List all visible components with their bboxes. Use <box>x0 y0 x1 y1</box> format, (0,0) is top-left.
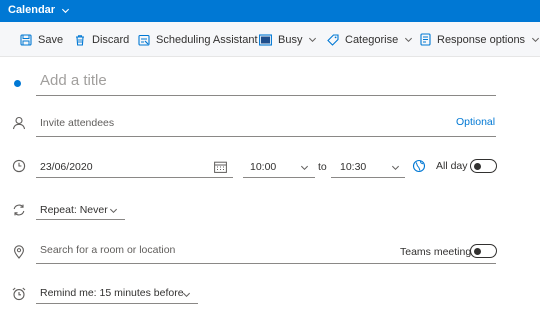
command-toolbar: Save Discard Scheduling Assistant Busy C… <box>0 22 540 57</box>
discard-button[interactable]: Discard <box>74 22 129 57</box>
chevron-down-icon <box>532 37 540 43</box>
start-time-dropdown[interactable]: 10:00 <box>243 159 315 177</box>
end-time-underline <box>331 177 405 178</box>
save-icon <box>20 33 32 46</box>
calendar-icon <box>214 161 227 173</box>
app-title: Calendar <box>8 4 56 16</box>
busy-dropdown[interactable]: Busy <box>259 22 317 57</box>
response-options-icon <box>420 33 431 46</box>
tag-icon <box>327 33 339 46</box>
app-titlebar: Calendar <box>0 0 540 22</box>
trash-icon <box>76 34 84 46</box>
chevron-down-icon <box>405 37 413 43</box>
chevron-down-icon <box>182 292 191 298</box>
location-underline <box>36 263 496 264</box>
repeat-underline <box>36 219 125 220</box>
category-color-dot <box>14 80 21 87</box>
start-time-value: 10:00 <box>250 161 277 173</box>
globe-icon[interactable] <box>412 159 426 173</box>
attendees-input[interactable]: Invite attendees <box>40 117 114 129</box>
all-day-label: All day <box>436 160 468 172</box>
all-day-toggle[interactable] <box>470 159 497 173</box>
chevron-down-icon <box>62 8 70 13</box>
end-time-value: 10:30 <box>340 161 367 173</box>
scheduling-icon <box>138 34 150 46</box>
save-label: Save <box>38 33 64 46</box>
discard-label: Discard <box>92 33 130 46</box>
person-icon <box>12 116 26 130</box>
repeat-icon <box>12 203 26 217</box>
alarm-icon <box>12 287 26 301</box>
scheduling-label: Scheduling Assistant <box>156 33 258 46</box>
title-input[interactable]: Add a title <box>40 72 107 89</box>
start-date-picker[interactable]: 23/06/2020 <box>36 159 233 177</box>
chevron-down-icon <box>391 165 400 171</box>
start-time-underline <box>243 177 315 178</box>
calendar-app-menu[interactable]: Calendar <box>8 4 70 16</box>
title-underline <box>36 95 496 96</box>
scheduling-assistant-button[interactable]: Scheduling Assistant <box>138 22 258 57</box>
chevron-down-icon <box>309 37 317 43</box>
attendees-underline <box>36 136 496 137</box>
save-button[interactable]: Save <box>20 22 63 57</box>
chevron-down-icon <box>300 165 309 171</box>
teams-meeting-label: Teams meeting <box>400 246 472 258</box>
response-options-label: Response options <box>437 33 526 46</box>
start-date-value: 23/06/2020 <box>40 161 93 173</box>
reminder-dropdown[interactable]: Remind me: 15 minutes before <box>36 286 198 302</box>
end-time-dropdown[interactable]: 10:30 <box>331 159 405 177</box>
clock-icon <box>12 159 26 173</box>
location-input[interactable]: Search for a room or location <box>40 244 175 256</box>
response-options-dropdown[interactable]: Response options <box>420 22 540 57</box>
categorise-label: Categorise <box>345 33 399 46</box>
reminder-underline <box>36 303 198 304</box>
location-icon <box>12 245 26 259</box>
busy-icon <box>259 33 272 46</box>
busy-label: Busy <box>278 33 303 46</box>
teams-meeting-toggle[interactable] <box>470 244 497 258</box>
optional-attendees-link[interactable]: Optional <box>456 116 495 128</box>
chevron-down-icon <box>109 208 118 214</box>
reminder-value: Remind me: 15 minutes before <box>40 287 184 299</box>
repeat-dropdown[interactable]: Repeat: Never <box>36 203 125 219</box>
categorise-dropdown[interactable]: Categorise <box>327 22 413 57</box>
date-underline <box>36 177 233 178</box>
repeat-value: Repeat: Never <box>40 204 108 216</box>
to-label: to <box>318 161 327 173</box>
